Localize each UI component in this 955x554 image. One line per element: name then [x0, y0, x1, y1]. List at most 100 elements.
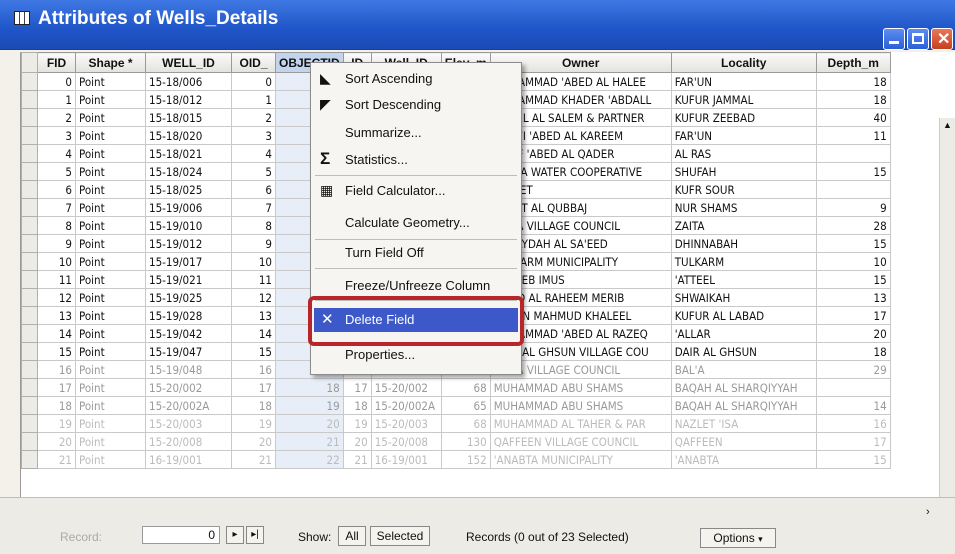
table-cell[interactable]: 15-18/006	[145, 72, 232, 91]
table-cell[interactable]: MUHAMMAD ABU SHAMS	[489, 378, 672, 397]
table-cell[interactable]: 14	[231, 324, 276, 343]
row-selector[interactable]	[21, 432, 38, 451]
scroll-right-icon[interactable]: ›	[926, 506, 930, 518]
table-cell[interactable]: 15-18/024	[145, 162, 232, 181]
table-cell[interactable]: 'ANABTA	[670, 450, 817, 469]
table-cell[interactable]: QAFFEEN VILLAGE COUNCIL	[489, 432, 672, 451]
table-cell[interactable]: Point	[75, 396, 146, 415]
table-cell[interactable]: Point	[75, 378, 146, 397]
table-cell[interactable]: 15	[815, 270, 891, 289]
table-cell[interactable]: 'ALLAR	[670, 324, 817, 343]
table-cell[interactable]: 15-20/008	[370, 432, 442, 451]
next-record-button[interactable]: ▸	[226, 526, 244, 544]
table-row[interactable]: 20 Point 15-20/008 20 21 20 15-20/008 130 QAFFEE…	[21, 432, 891, 451]
table-cell[interactable]: 19	[37, 414, 76, 433]
close-button[interactable]: ✕	[931, 28, 953, 50]
table-cell[interactable]: 20	[815, 324, 891, 343]
table-cell[interactable]: 3	[231, 126, 276, 145]
column-header[interactable]: Depth_m	[815, 52, 891, 73]
table-cell[interactable]: 19	[231, 414, 276, 433]
table-cell[interactable]: 21	[342, 450, 372, 469]
table-cell[interactable]: 15-19/028	[145, 306, 232, 325]
table-cell[interactable]: KUFUR ZEEBAD	[670, 108, 817, 127]
table-cell[interactable]: 15-20/002	[145, 378, 232, 397]
table-cell[interactable]: 21	[37, 450, 76, 469]
row-selector[interactable]	[21, 288, 38, 307]
show-all-button[interactable]: All	[338, 526, 366, 546]
column-header[interactable]: FID	[37, 52, 76, 73]
table-cell[interactable]: Point	[75, 72, 146, 91]
row-selector[interactable]	[21, 180, 38, 199]
table-cell[interactable]	[815, 378, 891, 397]
table-cell[interactable]: KUFUR JAMMAL	[670, 90, 817, 109]
table-cell[interactable]: Point	[75, 288, 146, 307]
table-cell[interactable]: Point	[75, 108, 146, 127]
table-cell[interactable]: 14	[815, 396, 891, 415]
menu-item-field-calculator[interactable]: ▦ Field Calculator...	[311, 179, 521, 203]
table-cell[interactable]: Point	[75, 252, 146, 271]
table-cell[interactable]: 29	[815, 360, 891, 379]
table-cell[interactable]: 20	[342, 432, 372, 451]
table-cell[interactable]: Point	[75, 450, 146, 469]
table-cell[interactable]: 17	[37, 378, 76, 397]
table-cell[interactable]: 18	[37, 396, 76, 415]
row-selector-header[interactable]	[21, 52, 38, 73]
row-selector[interactable]	[21, 126, 38, 145]
table-cell[interactable]: Point	[75, 234, 146, 253]
table-row[interactable]: 17 Point 15-20/002 17 18 17 15-20/002 68 MUHAMMA…	[21, 378, 891, 397]
table-cell[interactable]: 15-19/006	[145, 198, 232, 217]
table-cell[interactable]: KUFUR AL LABAD	[670, 306, 817, 325]
table-cell[interactable]: 16	[231, 360, 276, 379]
table-cell[interactable]: AL RAS	[670, 144, 817, 163]
table-cell[interactable]: 17	[342, 378, 372, 397]
table-cell[interactable]: 130	[440, 432, 491, 451]
table-cell[interactable]: 4	[231, 144, 276, 163]
row-selector[interactable]	[21, 270, 38, 289]
table-cell[interactable]: 0	[231, 72, 276, 91]
table-cell[interactable]: 18	[815, 90, 891, 109]
table-cell[interactable]: 9	[37, 234, 76, 253]
table-cell[interactable]: 15-19/048	[145, 360, 232, 379]
table-cell[interactable]: 17	[815, 306, 891, 325]
table-cell[interactable]: Point	[75, 162, 146, 181]
table-cell[interactable]: 12	[37, 288, 76, 307]
table-cell[interactable]: 'ATTEEL	[670, 270, 817, 289]
table-cell[interactable]: NAZLET 'ISA	[670, 414, 817, 433]
table-cell[interactable]: 1	[231, 90, 276, 109]
table-cell[interactable]: 16-19/001	[145, 450, 232, 469]
table-cell[interactable]: 15	[37, 342, 76, 361]
menu-item-statistics[interactable]: Σ Statistics...	[311, 148, 521, 172]
table-cell[interactable]: 15	[815, 450, 891, 469]
table-cell[interactable]: 11	[815, 126, 891, 145]
table-cell[interactable]: 0	[37, 72, 76, 91]
minimize-button[interactable]	[883, 28, 905, 50]
table-cell[interactable]: 15-19/047	[145, 342, 232, 361]
table-cell[interactable]: 5	[37, 162, 76, 181]
table-cell[interactable]: 19	[342, 414, 372, 433]
table-cell[interactable]: 21	[275, 432, 344, 451]
row-selector[interactable]	[21, 360, 38, 379]
row-selector[interactable]	[21, 234, 38, 253]
column-header[interactable]: WELL_ID	[145, 52, 232, 73]
row-selector[interactable]	[21, 72, 38, 91]
table-cell[interactable]: 18	[231, 396, 276, 415]
table-cell[interactable]: Point	[75, 306, 146, 325]
table-cell[interactable]: 12	[231, 288, 276, 307]
table-cell[interactable]: 15-18/012	[145, 90, 232, 109]
table-cell[interactable]: 15	[231, 342, 276, 361]
menu-item-freeze-unfreeze[interactable]: Freeze/Unfreeze Column	[311, 274, 521, 298]
table-cell[interactable]: 2	[231, 108, 276, 127]
table-cell[interactable]: 7	[37, 198, 76, 217]
table-cell[interactable]: 15-20/002A	[370, 396, 442, 415]
table-cell[interactable]: 18	[342, 396, 372, 415]
table-cell[interactable]: 15-18/025	[145, 180, 232, 199]
menu-item-turn-field-off[interactable]: Turn Field Off	[311, 241, 521, 265]
table-cell[interactable]: 8	[231, 216, 276, 235]
menu-item-calculate-geometry[interactable]: Calculate Geometry...	[311, 211, 521, 235]
last-record-button[interactable]: ▸|	[246, 526, 264, 544]
table-cell[interactable]: 18	[815, 342, 891, 361]
options-button[interactable]: Options ▾	[700, 528, 776, 548]
table-cell[interactable]: Point	[75, 432, 146, 451]
table-cell[interactable]: 22	[275, 450, 344, 469]
table-cell[interactable]: 6	[231, 180, 276, 199]
